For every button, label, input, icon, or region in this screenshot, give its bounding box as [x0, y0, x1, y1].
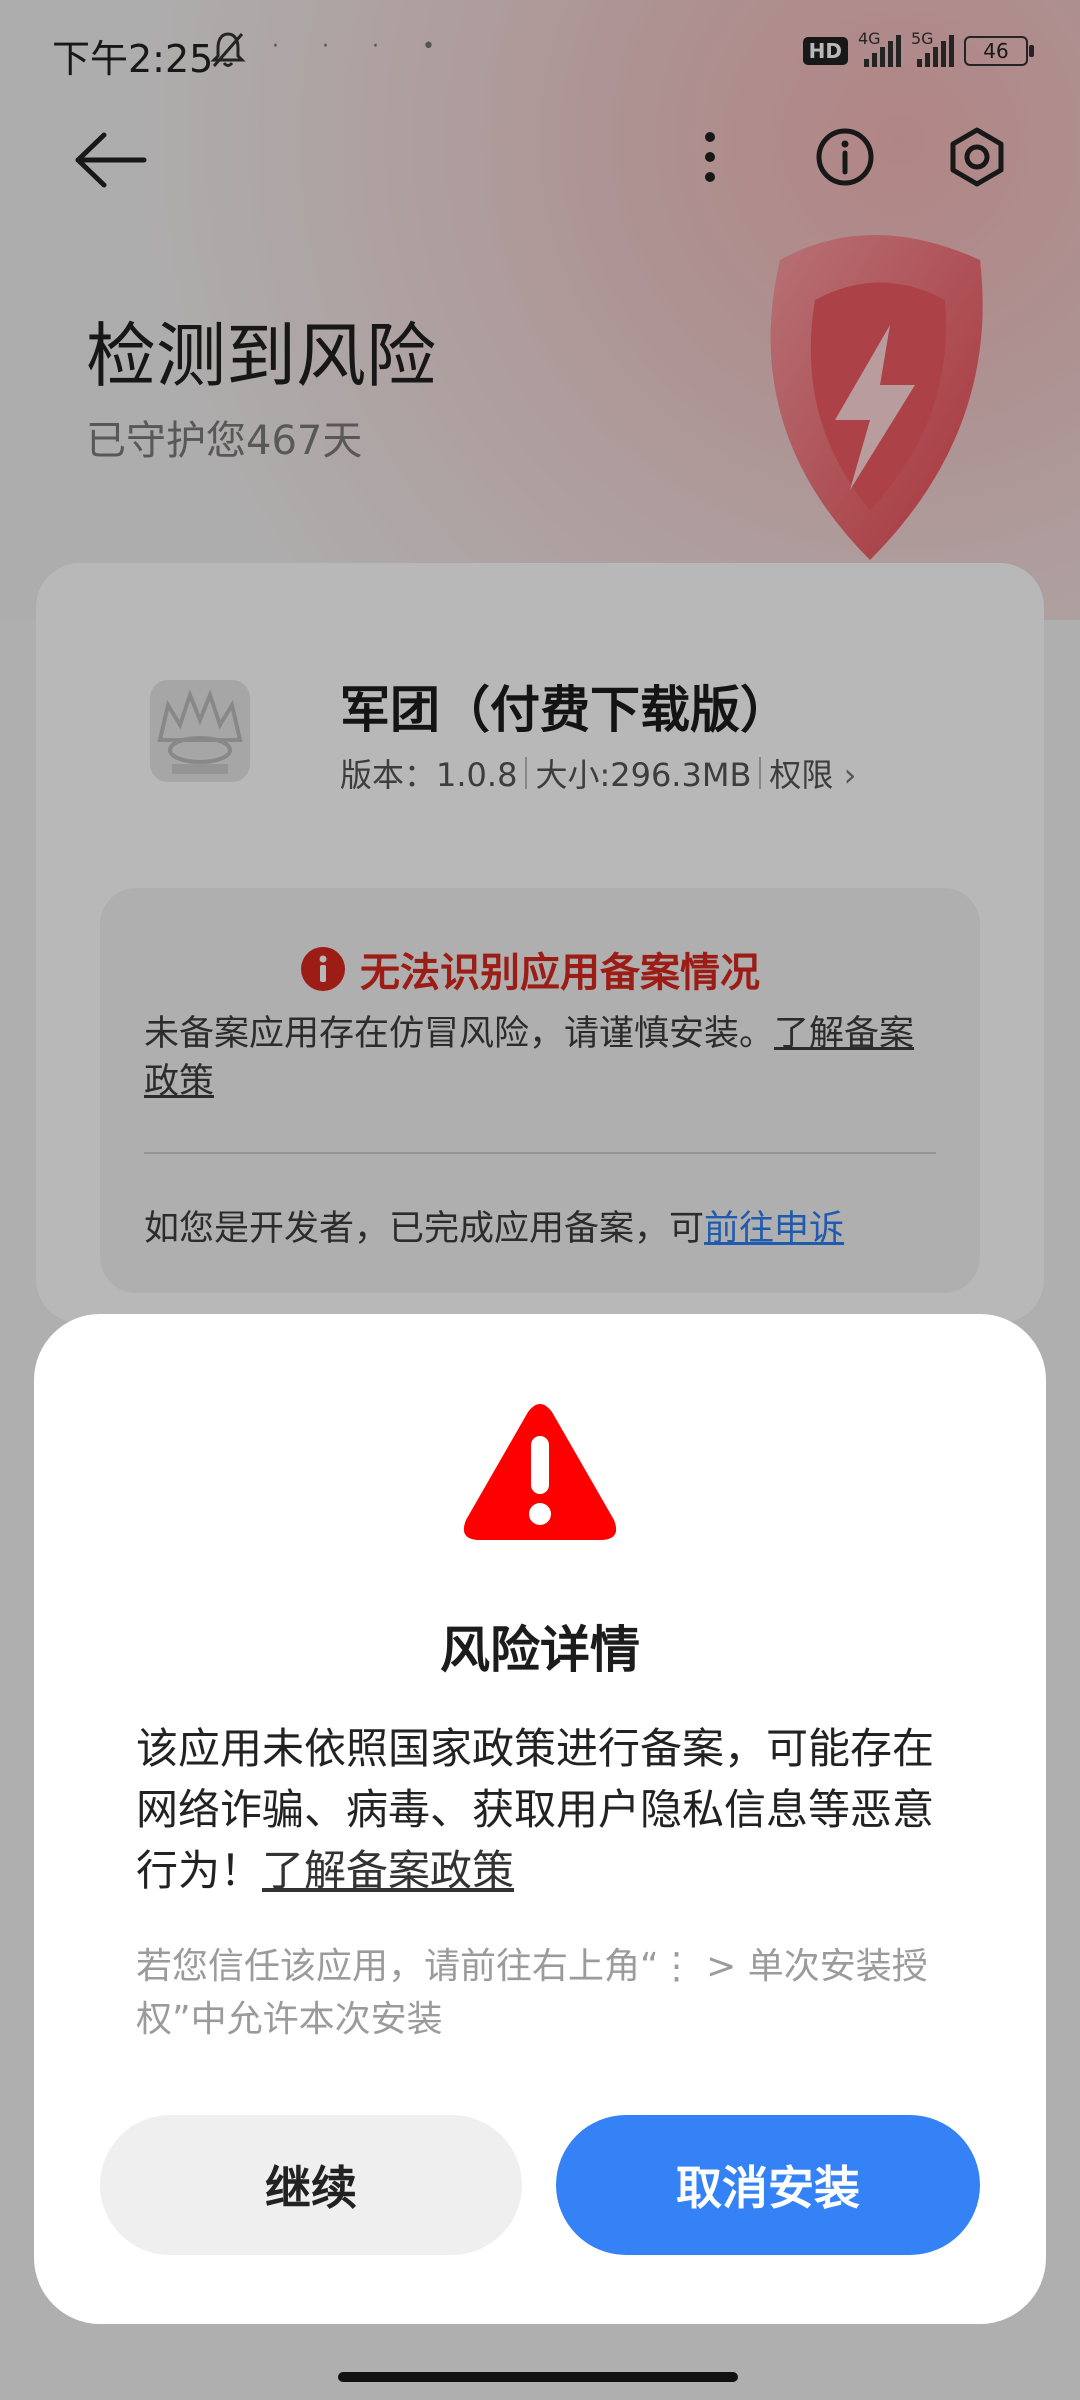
dialog-hint: 若您信任该应用，请前往右上角“⋮ > 单次安装授权”中允许本次安装	[136, 1946, 928, 2040]
home-indicator[interactable]	[338, 2372, 738, 2382]
install-risk-screen: 下午2:25 · · · • HD 4G 5G 46 检测到风险 已守护您467…	[0, 0, 1080, 2400]
continue-button[interactable]: 继续	[100, 2115, 522, 2255]
warning-triangle-icon	[463, 1404, 617, 1540]
dialog-title: 风险详情	[440, 1621, 640, 1679]
dialog-policy-link[interactable]: 了解备案政策	[262, 1846, 514, 1895]
dialog-body: 该应用未依照国家政策进行备案，可能存在网络诈骗、病毒、获取用户隐私信息等恶意行为…	[136, 1718, 936, 1901]
dialog-body-text: 该应用未依照国家政策进行备案，可能存在网络诈骗、病毒、获取用户隐私信息等恶意行为…	[136, 1724, 935, 1895]
cancel-install-button[interactable]: 取消安装	[556, 2115, 980, 2255]
